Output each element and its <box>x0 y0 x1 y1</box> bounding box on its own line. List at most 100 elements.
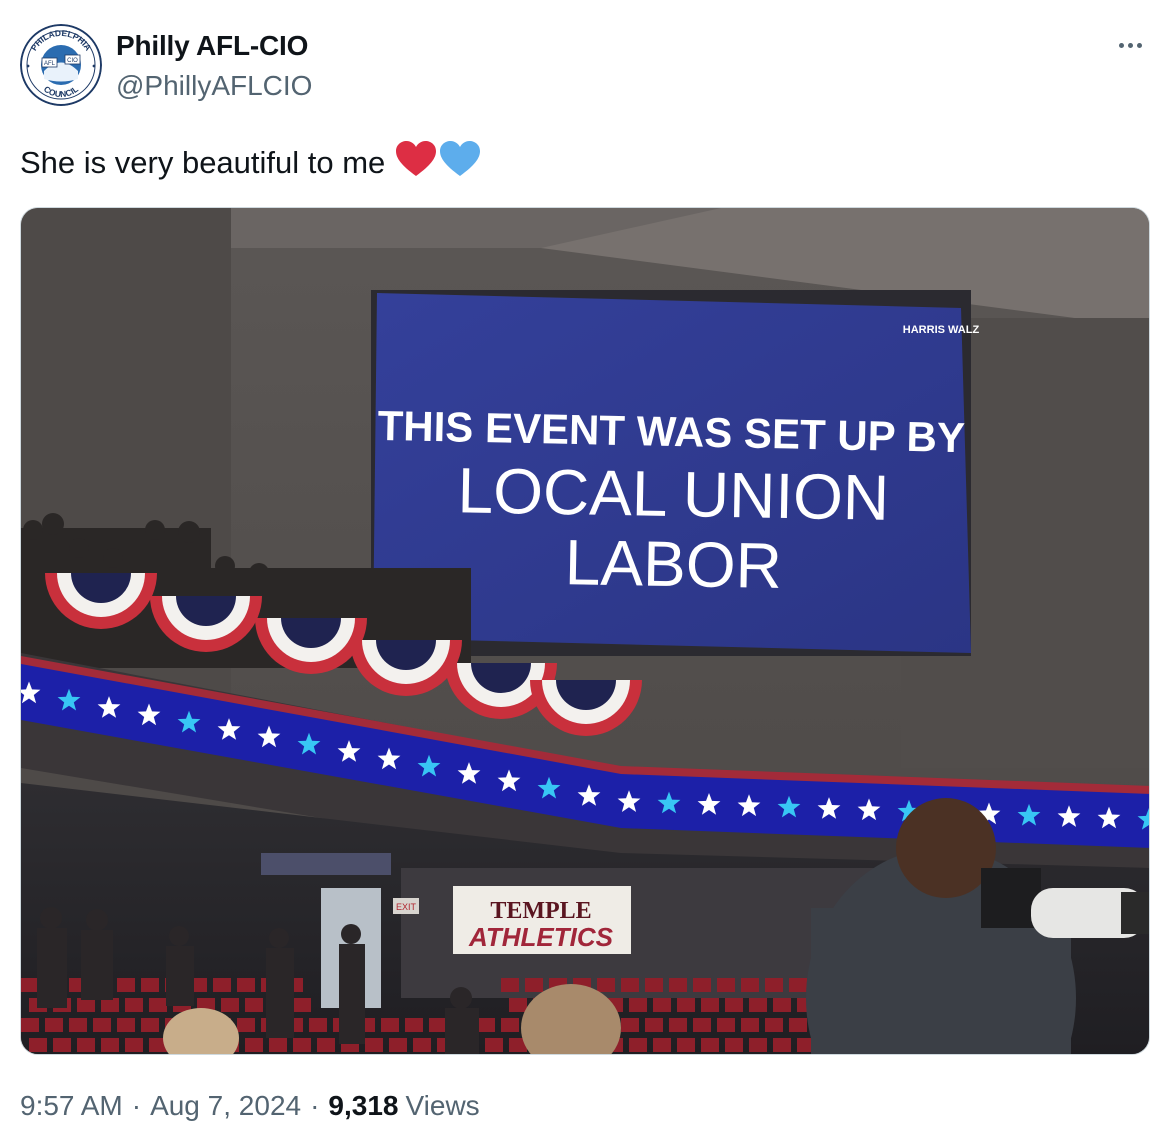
seat <box>141 978 159 992</box>
seat <box>509 998 527 1012</box>
seat <box>725 998 743 1012</box>
seat <box>597 978 615 992</box>
seat <box>789 978 807 992</box>
exit-sign: EXIT <box>396 902 417 912</box>
seat <box>773 1038 791 1052</box>
seat <box>237 978 255 992</box>
seat <box>21 1018 39 1032</box>
seat <box>717 978 735 992</box>
author-name[interactable]: Philly AFL-CIO <box>116 30 308 62</box>
seat <box>93 1018 111 1032</box>
screen-line-3: LABOR <box>564 526 782 602</box>
seat <box>645 978 663 992</box>
seat <box>477 1018 495 1032</box>
seat <box>125 1038 143 1052</box>
seat <box>317 1038 335 1052</box>
seat <box>645 1018 663 1032</box>
tweet: PHILADELPHIA COUNCIL AFL CIO Philly AFL-… <box>0 0 1174 1148</box>
seat <box>725 1038 743 1052</box>
seat <box>117 1018 135 1032</box>
seat <box>29 1038 47 1052</box>
seat <box>429 1018 447 1032</box>
seat <box>773 998 791 1012</box>
seat <box>117 978 135 992</box>
seat <box>741 978 759 992</box>
tweet-body: She is very beautiful to me <box>20 145 386 180</box>
seat <box>669 1018 687 1032</box>
more-options-icon[interactable] <box>1110 30 1150 60</box>
avatar[interactable]: PHILADELPHIA COUNCIL AFL CIO <box>20 24 102 106</box>
seat <box>621 1018 639 1032</box>
tweet-time[interactable]: 9:57 AM <box>20 1090 123 1122</box>
seat <box>413 1038 431 1052</box>
seat <box>213 978 231 992</box>
seat <box>309 1018 327 1032</box>
seat <box>245 998 263 1012</box>
screen-line-2: LOCAL UNION <box>457 454 890 534</box>
seat <box>765 1018 783 1032</box>
seat <box>101 1038 119 1052</box>
tweet-text: She is very beautiful to me <box>20 140 481 186</box>
seat <box>405 1018 423 1032</box>
seat <box>485 1038 503 1052</box>
seat <box>669 978 687 992</box>
screen-corner-logo: HARRIS WALZ <box>903 324 980 336</box>
views-count: 9,318 <box>328 1090 399 1121</box>
seat <box>749 998 767 1012</box>
seat <box>269 1038 287 1052</box>
seat <box>77 1038 95 1052</box>
seat <box>45 1018 63 1032</box>
banner-line-2: ATHLETICS <box>468 922 614 952</box>
seat <box>149 998 167 1012</box>
seat <box>245 1038 263 1052</box>
seat <box>693 1018 711 1032</box>
seat <box>293 1038 311 1052</box>
arena-photo: THIS EVENT WAS SET UP BY LOCAL UNION LAB… <box>21 208 1149 1054</box>
seat <box>77 998 95 1012</box>
views-label: Views <box>405 1090 480 1121</box>
seat <box>741 1018 759 1032</box>
seal-afl-text: AFL <box>44 61 56 67</box>
seat <box>125 998 143 1012</box>
seat <box>389 1038 407 1052</box>
seal-cio-text: CIO <box>67 58 78 64</box>
meta-separator: · <box>131 1090 142 1121</box>
council-seal-logo: PHILADELPHIA COUNCIL AFL CIO <box>20 24 102 106</box>
author-handle[interactable]: @PhillyAFLCIO <box>116 70 312 102</box>
seat <box>693 978 711 992</box>
seat <box>677 1038 695 1052</box>
seat <box>501 978 519 992</box>
red-heart-icon <box>395 140 437 186</box>
seat <box>629 1038 647 1052</box>
seat <box>653 1038 671 1052</box>
seat <box>677 998 695 1012</box>
blue-heart-icon <box>439 140 481 186</box>
seat <box>501 1018 519 1032</box>
tweet-photo[interactable]: THIS EVENT WAS SET UP BY LOCAL UNION LAB… <box>20 207 1150 1055</box>
seat <box>53 1038 71 1052</box>
tweet-date[interactable]: Aug 7, 2024 <box>150 1090 301 1122</box>
meta-separator: · <box>310 1090 320 1121</box>
seat <box>701 1038 719 1052</box>
temple-athletics-banner: TEMPLE ATHLETICS <box>453 886 631 954</box>
seat <box>749 1038 767 1052</box>
tweet-meta: 9:57 AM · Aug 7, 2024 · 9,318 Views <box>20 1090 480 1122</box>
seat <box>293 998 311 1012</box>
seat <box>381 1018 399 1032</box>
seat <box>221 998 239 1012</box>
seat <box>653 998 671 1012</box>
seat <box>629 998 647 1012</box>
seat <box>621 978 639 992</box>
seat <box>21 978 39 992</box>
seat <box>717 1018 735 1032</box>
seat <box>765 978 783 992</box>
seat <box>237 1018 255 1032</box>
seat <box>789 1018 807 1032</box>
seat <box>141 1018 159 1032</box>
banner-line-1: TEMPLE <box>490 898 591 924</box>
seat <box>101 998 119 1012</box>
seat <box>365 1038 383 1052</box>
seat <box>69 1018 87 1032</box>
seat <box>525 978 543 992</box>
seat <box>701 998 719 1012</box>
